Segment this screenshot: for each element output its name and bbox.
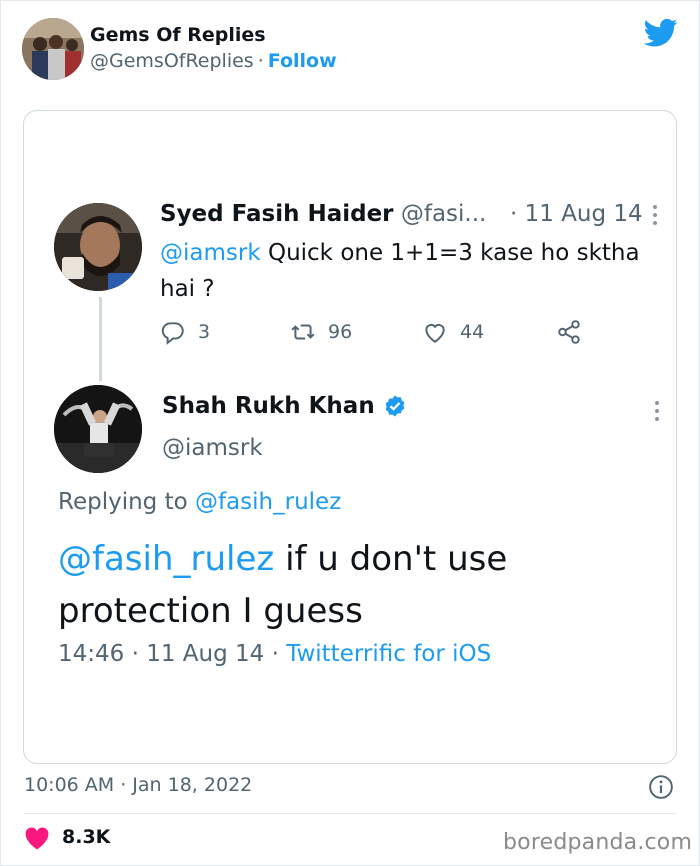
more-icon — [653, 205, 657, 225]
reply-action: 3 — [160, 319, 210, 345]
main-author-handle: @iamsrk — [162, 435, 263, 461]
divider — [24, 813, 676, 814]
reply-author-row: Syed Fasih Haider @fasi... — [160, 201, 486, 227]
retweet-icon — [291, 324, 315, 340]
main-tweet-meta: 14:46 · 11 Aug 14 · Twitterrific for iOS — [58, 641, 491, 667]
follow-button[interactable]: Follow — [268, 50, 337, 72]
main-author-name: Shah Rukh Khan — [162, 393, 375, 419]
like-icon — [425, 324, 445, 343]
heart-icon[interactable] — [24, 826, 50, 850]
watermark: boredpanda.com — [503, 830, 693, 855]
replying-prefix: Replying to — [58, 489, 195, 515]
account-handle[interactable]: @GemsOfReplies — [90, 50, 254, 72]
account-name[interactable]: Gems Of Replies — [90, 24, 266, 46]
share-icon — [558, 320, 580, 344]
verified-icon — [385, 395, 405, 417]
tweet-timestamp[interactable]: 10:06 AM · Jan 18, 2022 — [24, 774, 252, 796]
main-author-row: Shah Rukh Khan — [162, 393, 407, 419]
replying-to: Replying to @fasih_rulez — [58, 489, 341, 515]
main-time-date: 14:46 · 11 Aug 14 · — [58, 641, 287, 667]
thread-connector — [99, 297, 102, 381]
like-count[interactable]: 8.3K — [62, 826, 110, 848]
avatar — [54, 203, 142, 291]
avatar — [54, 385, 142, 473]
embedded-screenshot: Syed Fasih Haider @fasi... · 11 Aug 14 @… — [23, 110, 677, 764]
reply-count: 3 — [198, 321, 211, 343]
main-source: Twitterrific for iOS — [286, 641, 492, 667]
reply-author-handle: @fasi... — [400, 201, 487, 227]
share-action — [556, 319, 582, 345]
more-icon — [655, 401, 659, 421]
reply-text: @iamsrk Quick one 1+1=3 kase ho sktha ha… — [160, 235, 670, 307]
like-count: 44 — [460, 321, 485, 343]
reply-mention: @iamsrk — [160, 240, 261, 266]
reply-date: · 11 Aug 14 — [510, 201, 643, 227]
twitter-bird-icon[interactable] — [644, 18, 678, 48]
replying-handle: @fasih_rulez — [194, 489, 342, 515]
like-action: 44 — [422, 319, 484, 345]
retweet-action: 96 — [290, 319, 352, 345]
account-handle-row: @GemsOfReplies · Follow — [90, 50, 337, 72]
reply-icon — [161, 322, 184, 345]
reply-actions: 3 96 44 — [160, 319, 600, 349]
reply-author-name: Syed Fasih Haider — [160, 201, 394, 227]
main-tweet-text: @fasih_rulez if u don't use protection I… — [58, 533, 658, 637]
info-icon[interactable] — [648, 774, 674, 800]
avatar[interactable] — [22, 18, 84, 80]
retweet-count: 96 — [328, 321, 353, 343]
separator: · — [257, 50, 264, 72]
main-mention: @fasih_rulez — [58, 539, 275, 579]
